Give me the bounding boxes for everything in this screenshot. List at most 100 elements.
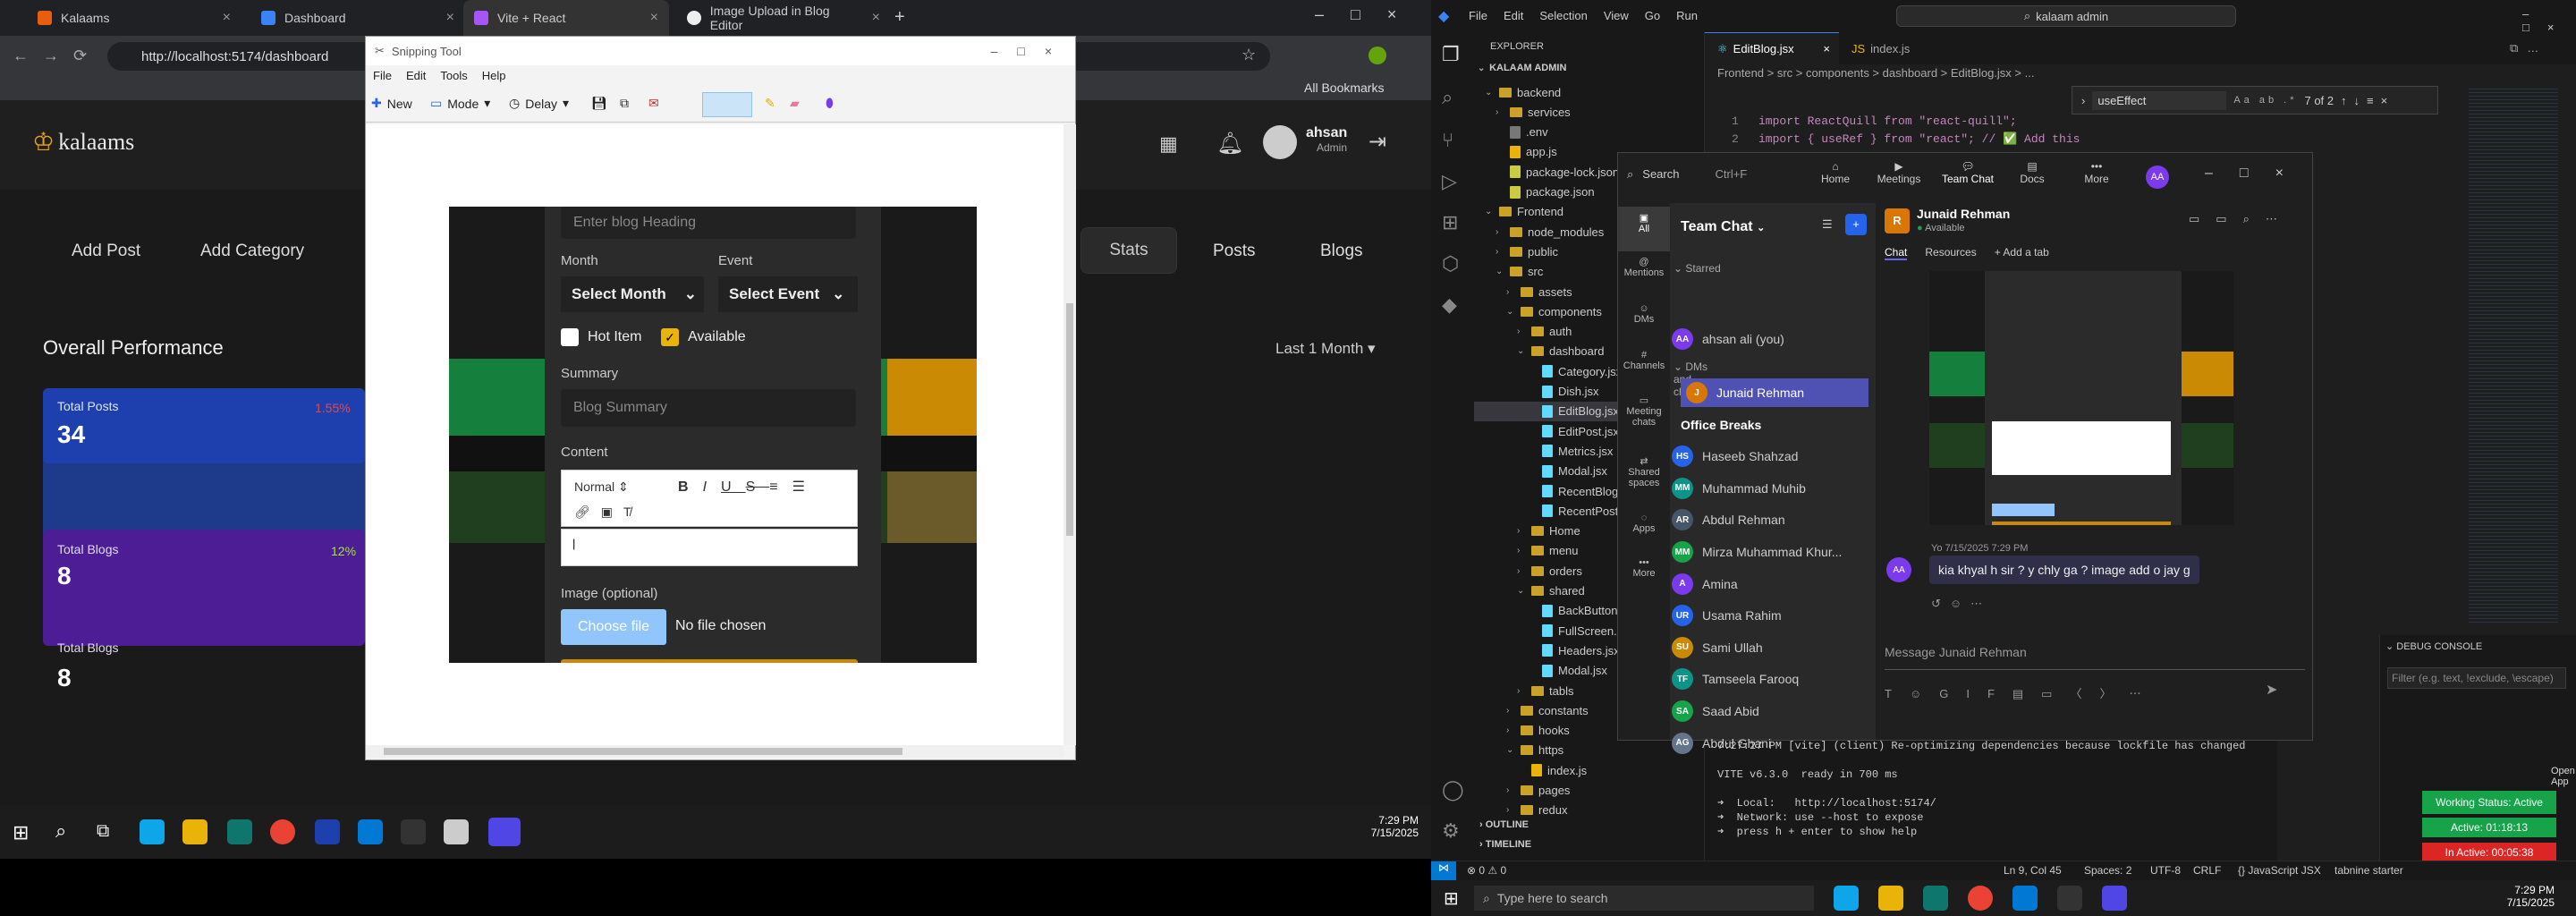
indentation[interactable]: Spaces: 2 [2084,864,2131,877]
nav-home[interactable]: ⌂ Home [1813,160,1858,185]
nav-blogs[interactable]: Blogs [1320,242,1363,261]
close-icon[interactable]: × [650,10,658,26]
folder-item[interactable]: ⌄ components [1506,301,1602,321]
find-input[interactable]: useEffect [2092,90,2227,110]
insert-buttons[interactable]: 🔗︎▣T̸ [574,505,642,520]
folder-item[interactable]: › menu [1517,541,1579,561]
new-tab-button[interactable]: + [894,7,905,28]
search-icon[interactable]: ⌕ [55,819,66,843]
editor-actions[interactable]: ⧉… [2510,41,2547,55]
submit-button-edge[interactable] [561,659,858,663]
month-select[interactable]: Select Month ⌄ [561,276,704,312]
gear-icon[interactable]: ⚙ [1442,819,1460,843]
tab-index[interactable]: JS index.js [1839,32,1964,64]
menu-edit[interactable]: Edit [1504,9,1523,22]
nav-add-post[interactable]: Add Post [72,242,140,261]
teams-search[interactable]: ⌕ Search Ctrl+F [1627,167,1747,182]
terminal[interactable]: 7:27:27 PM [vite] (client) Re-optimizing… [1705,739,2277,861]
minimap[interactable] [2469,86,2558,623]
rail-more[interactable]: ••• More [1618,557,1670,579]
tab-editblog[interactable]: ⚛ EditBlog.jsx × [1705,32,1839,64]
windows-start-icon[interactable]: ⊞ [1444,887,1459,910]
store-icon[interactable] [227,819,252,844]
rail-all[interactable]: ▣ All [1618,207,1670,251]
close-icon[interactable]: × [446,10,454,26]
menu-edit[interactable]: Edit [406,69,426,82]
menu-file[interactable]: File [373,69,392,82]
root-folder[interactable]: ⌄ KALAAM ADMIN [1478,63,1566,73]
format-buttons[interactable]: BIUS≡☰ [678,478,819,496]
tabnine-icon[interactable]: ◆ [1442,293,1457,317]
folder-item[interactable]: › redux [1506,801,1568,820]
folder-item[interactable]: › orders [1517,561,1582,581]
chat-row[interactable]: TF Tamseela Farooq [1672,665,1799,693]
nav-stats[interactable]: Stats [1080,227,1177,274]
tab-add[interactable]: + Add a tab [1995,246,2049,260]
scroll-thumb[interactable] [1066,303,1073,536]
highlighter-icon[interactable]: ✎ [765,96,775,111]
chat-row[interactable]: SA Saad Abid [1672,697,1759,725]
file-item[interactable]: RecentBlog... [1528,481,1628,501]
logout-icon[interactable]: ⇥ [1368,129,1386,155]
find-nav[interactable]: ↑↓≡× [2341,94,2394,107]
vscode-icon[interactable] [358,819,383,844]
paint3d-icon[interactable]: ⬮ [826,96,834,111]
folder-item[interactable]: › hooks [1506,721,1570,741]
grid-icon[interactable]: ▦ [1159,132,1178,156]
extensions-icon[interactable]: ⊞ [1442,211,1458,234]
chat-row[interactable]: A Amina [1672,570,1738,598]
file-item[interactable]: package.json [1496,182,1595,202]
command-search[interactable]: ⌕ kalaam admin [1896,5,2236,27]
outline-section[interactable]: › OUTLINE [1479,819,1529,830]
nav-buttons[interactable]: ←→⟳ [13,47,101,65]
file-item[interactable]: Dish.jsx [1528,382,1599,402]
rail-meeting-chats[interactable]: ▭ Meeting chats [1618,394,1670,428]
clock[interactable]: 7:29 PM 7/15/2025 [2492,884,2555,909]
window-controls[interactable]: –□× [1315,5,1423,24]
rail-channels[interactable]: # Channels [1618,350,1670,371]
app-icon[interactable] [315,819,340,844]
nav-more[interactable]: ••• More [2074,160,2119,185]
folder-item[interactable]: › constants [1506,700,1589,720]
snip-window-controls[interactable]: –□× [991,44,1075,58]
run-debug-icon[interactable]: ▷ [1442,170,1457,193]
close-icon[interactable]: × [223,10,231,26]
file-item[interactable]: Headers.jsx [1528,640,1620,660]
file-item[interactable]: Modal.jsx [1528,661,1607,681]
find-options[interactable]: Aa ab .* [2233,95,2297,106]
conversation-actions[interactable]: ▭▭⌕⋯ [2189,212,2293,226]
file-explorer-icon[interactable] [182,819,208,844]
chat-row[interactable]: UR Usama Rahim [1672,601,1782,630]
menu-tools[interactable]: Tools [440,69,467,82]
file-item[interactable]: app.js [1496,142,1557,162]
profile-avatar[interactable] [1368,47,1386,64]
delay-button[interactable]: ◷ Delay ▾ [509,96,569,111]
clock[interactable]: 7:29 PM 7/15/2025 [1356,814,1419,839]
language-mode[interactable]: {} JavaScript JSX [2238,864,2321,877]
window-controls[interactable]: –□× [2205,165,2310,182]
shared-screenshot[interactable] [1929,271,2233,525]
compose-input[interactable]: Message Junaid Rehman [1885,634,2305,670]
mode-button[interactable]: ▭ Mode ▾ [430,96,490,111]
tab-resources[interactable]: Resources [1925,246,1976,260]
chat-row[interactable]: AG Abdul Ghani [1672,729,1771,758]
file-item[interactable]: package-lock.json [1496,162,1619,182]
tab-image-upload[interactable]: Image Upload in Blog Editor × [676,0,891,36]
event-select[interactable]: Select Event ⌄ [718,276,858,312]
save-icon[interactable]: 💾︎ [591,96,607,111]
windows-start-icon[interactable]: ⊞ [13,821,29,844]
tab-dashboard[interactable]: Dashboard × [250,0,465,36]
eol[interactable]: CRLF [2193,864,2221,877]
folder-item[interactable]: ⌄ backend [1485,82,1561,102]
files-icon[interactable]: ❐ [1442,43,1460,66]
nav-posts[interactable]: Posts [1213,242,1256,261]
timeline-section[interactable]: › TIMELINE [1479,839,1531,850]
file-item[interactable]: Modal.jsx [1528,462,1607,481]
message-bubble[interactable]: kia khyal h sir ? y chly ga ? image add … [1929,556,2199,584]
file-item[interactable]: Metrics.jsx [1528,441,1613,461]
copy-icon[interactable]: ⧉ [620,96,629,111]
scroll-thumb[interactable] [384,748,902,755]
available-checkbox[interactable]: ✓ Available [661,328,746,346]
encoding[interactable]: UTF-8 [2150,864,2181,877]
chat-row[interactable]: HS Haseeb Shahzad [1672,442,1798,471]
